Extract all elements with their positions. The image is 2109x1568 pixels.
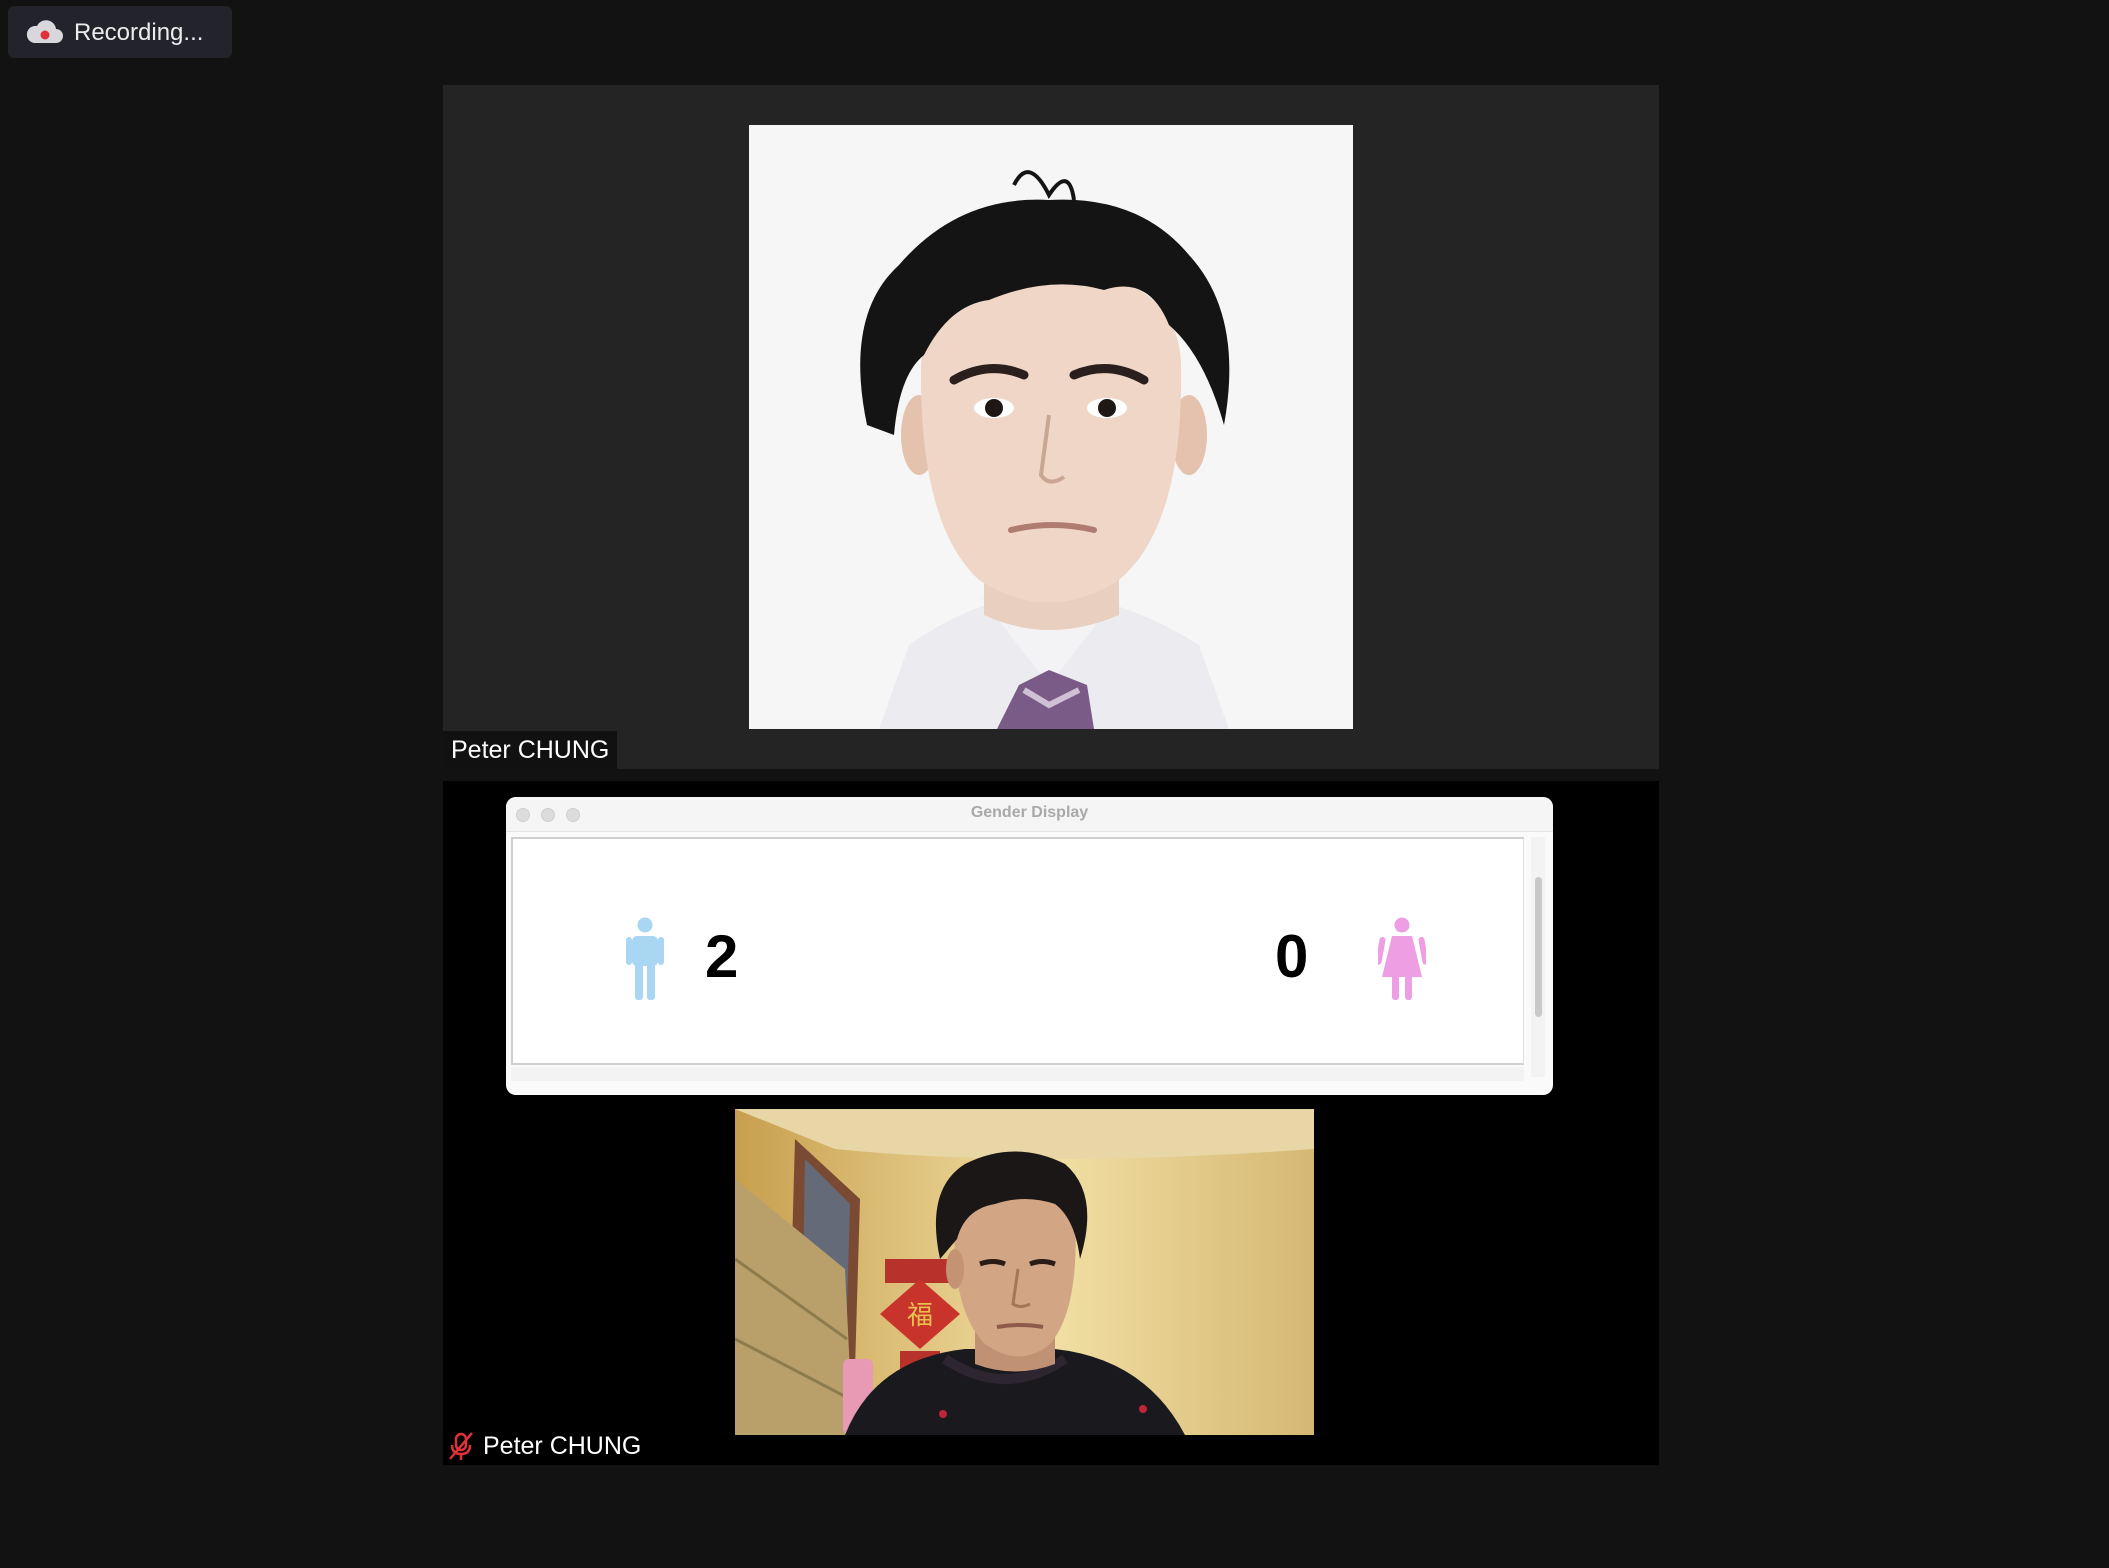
participant-webcam-video: 福 [735, 1109, 1314, 1435]
male-count: 2 [705, 923, 739, 990]
cloud-record-icon [26, 20, 64, 43]
female-count: 0 [1275, 923, 1309, 990]
gender-display-window[interactable]: Gender Display 2 0 [506, 797, 1553, 1095]
female-person-icon [1378, 917, 1426, 1000]
microphone-muted-icon [449, 1432, 473, 1460]
participant-tile-top[interactable]: Peter CHUNG [443, 85, 1659, 769]
window-title: Gender Display [970, 804, 1089, 821]
horizontal-scrollbar[interactable] [511, 1067, 1524, 1081]
participant-name-tag: Peter CHUNG [443, 731, 618, 769]
window-titlebar[interactable]: Gender Display [506, 797, 1553, 832]
participant-profile-photo [749, 125, 1353, 729]
participant-tile-bottom[interactable]: Gender Display 2 0 福 Peter CHUNG [443, 781, 1659, 1465]
scrollbar-thumb[interactable] [1535, 877, 1542, 1017]
vertical-scrollbar[interactable] [1531, 837, 1545, 1077]
svg-text:福: 福 [907, 1301, 933, 1331]
gender-counts-panel: 2 0 [511, 837, 1524, 1065]
male-person-icon [626, 917, 664, 1000]
recording-badge[interactable]: Recording... [8, 6, 232, 58]
recording-label: Recording... [74, 19, 204, 46]
participant-name: Peter CHUNG [483, 1432, 642, 1460]
